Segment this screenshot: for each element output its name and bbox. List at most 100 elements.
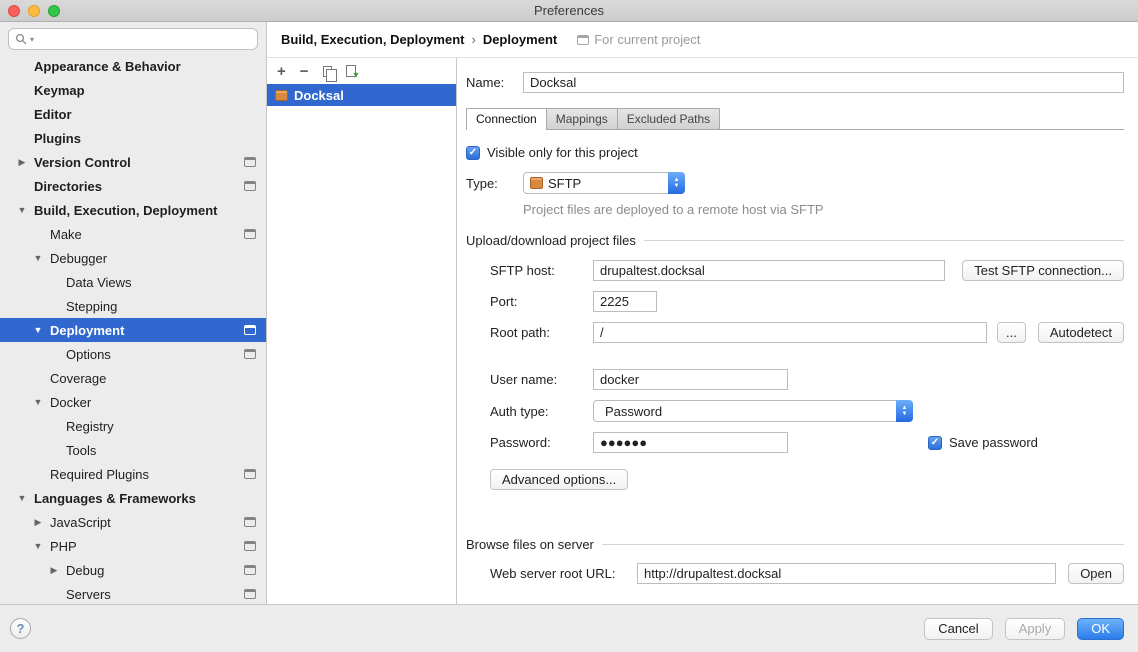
project-settings-icon [244, 565, 256, 575]
breadcrumb-parent[interactable]: Build, Execution, Deployment [281, 32, 464, 47]
copy-server-button[interactable] [323, 66, 332, 77]
sidebar-item-editor[interactable]: Editor [0, 102, 266, 126]
check-icon: ✓ [469, 148, 477, 158]
remove-server-button[interactable]: − [300, 64, 309, 79]
server-list-item-docksal[interactable]: Docksal [267, 84, 456, 106]
help-button[interactable]: ? [10, 618, 31, 639]
breadcrumb: Build, Execution, Deployment › Deploymen… [267, 22, 1138, 58]
search-options-caret-icon[interactable]: ▾ [30, 35, 34, 44]
collapsed-arrow-icon[interactable]: ▶ [16, 157, 28, 168]
scope-indicator: For current project [577, 32, 700, 47]
titlebar: Preferences [0, 0, 1138, 22]
advanced-options-button[interactable]: Advanced options... [490, 469, 628, 490]
auth-type-value: Password [600, 404, 896, 419]
autodetect-button[interactable]: Autodetect [1038, 322, 1124, 343]
test-sftp-connection-button[interactable]: Test SFTP connection... [962, 260, 1124, 281]
type-select[interactable]: SFTP ▲ ▼ [523, 172, 685, 194]
sidebar-item-data-views[interactable]: Data Views [0, 270, 266, 294]
open-button[interactable]: Open [1068, 563, 1124, 584]
sidebar-item-registry[interactable]: Registry [0, 414, 266, 438]
tab-excluded-paths[interactable]: Excluded Paths [617, 108, 720, 129]
dialog-footer: ? Cancel Apply OK [0, 604, 1138, 652]
sidebar-item-options[interactable]: Options [0, 342, 266, 366]
group-separator-line [644, 240, 1124, 241]
sidebar-item-coverage[interactable]: Coverage [0, 366, 266, 390]
sidebar-item-required-plugins[interactable]: Required Plugins [0, 462, 266, 486]
sidebar-item-directories[interactable]: Directories [0, 174, 266, 198]
type-label: Type: [466, 176, 523, 191]
sidebar-item-keymap[interactable]: Keymap [0, 78, 266, 102]
traffic-lights [8, 5, 60, 17]
visible-only-checkbox[interactable]: ✓ [466, 146, 480, 160]
user-name-label: User name: [490, 372, 593, 387]
password-label: Password: [490, 435, 593, 450]
deployment-form: Name: Connection Mappings Excluded Paths… [457, 58, 1138, 604]
upload-group-label: Upload/download project files [466, 233, 636, 248]
tab-mappings[interactable]: Mappings [546, 108, 618, 129]
expanded-arrow-icon[interactable]: ▼ [32, 325, 44, 335]
sftp-host-label: SFTP host: [490, 263, 593, 278]
port-input[interactable] [593, 291, 657, 312]
settings-tree: Appearance & Behavior Keymap Editor Plug… [0, 54, 266, 604]
project-settings-icon [577, 35, 589, 45]
sidebar-item-make[interactable]: Make [0, 222, 266, 246]
root-path-input[interactable] [593, 322, 987, 343]
browse-group-label: Browse files on server [466, 537, 594, 552]
sftp-host-input[interactable] [593, 260, 945, 281]
expanded-arrow-icon[interactable]: ▼ [16, 205, 28, 215]
expanded-arrow-icon[interactable]: ▼ [32, 541, 44, 551]
collapsed-arrow-icon[interactable]: ▶ [32, 517, 44, 528]
cancel-button[interactable]: Cancel [924, 618, 992, 640]
collapsed-arrow-icon[interactable]: ▶ [48, 565, 60, 576]
minimize-window-button[interactable] [28, 5, 40, 17]
zoom-window-button[interactable] [48, 5, 60, 17]
dropdown-stepper-icon: ▲ ▼ [668, 172, 685, 194]
type-hint: Project files are deployed to a remote h… [523, 202, 1124, 217]
project-settings-icon [244, 589, 256, 599]
sidebar-item-languages-and-frameworks[interactable]: ▼ Languages & Frameworks [0, 486, 266, 510]
expanded-arrow-icon[interactable]: ▼ [32, 397, 44, 407]
browse-root-path-button[interactable]: ... [997, 322, 1026, 343]
sidebar-item-docker[interactable]: ▼ Docker [0, 390, 266, 414]
expanded-arrow-icon[interactable]: ▼ [16, 493, 28, 503]
settings-search-input[interactable]: ▾ [8, 28, 258, 50]
project-settings-icon [244, 469, 256, 479]
apply-button[interactable]: Apply [1005, 618, 1066, 640]
sidebar-item-servers[interactable]: Servers [0, 582, 266, 604]
sidebar-item-appearance-and-behavior[interactable]: Appearance & Behavior [0, 54, 266, 78]
check-icon: ✓ [931, 438, 939, 448]
add-server-button[interactable]: + [277, 64, 286, 79]
close-window-button[interactable] [8, 5, 20, 17]
sidebar-item-stepping[interactable]: Stepping [0, 294, 266, 318]
sidebar-item-version-control[interactable]: ▶ Version Control [0, 150, 266, 174]
sidebar-item-tools[interactable]: Tools [0, 438, 266, 462]
sidebar-item-plugins[interactable]: Plugins [0, 126, 266, 150]
sidebar-item-php[interactable]: ▼ PHP [0, 534, 266, 558]
server-list-pane: + − Docksal [267, 58, 457, 604]
dropdown-stepper-icon: ▲ ▼ [896, 400, 913, 422]
save-password-checkbox[interactable]: ✓ [928, 436, 942, 450]
server-list-toolbar: + − [267, 58, 456, 84]
project-settings-icon [244, 229, 256, 239]
sidebar-item-debugger[interactable]: ▼ Debugger [0, 246, 266, 270]
sidebar-item-javascript[interactable]: ▶ JavaScript [0, 510, 266, 534]
port-label: Port: [490, 294, 593, 309]
web-root-input[interactable] [637, 563, 1056, 584]
sidebar-item-build-execution-deployment[interactable]: ▼ Build, Execution, Deployment [0, 198, 266, 222]
expanded-arrow-icon[interactable]: ▼ [32, 253, 44, 263]
name-input[interactable] [523, 72, 1124, 93]
auth-type-select[interactable]: Password ▲ ▼ [593, 400, 913, 422]
paste-server-button[interactable] [346, 65, 356, 77]
scope-label: For current project [594, 32, 700, 47]
auth-type-label: Auth type: [490, 404, 593, 419]
password-input[interactable] [593, 432, 788, 453]
name-label: Name: [466, 75, 523, 90]
ok-button[interactable]: OK [1077, 618, 1124, 640]
project-settings-icon [244, 517, 256, 527]
sidebar-item-debug[interactable]: ▶ Debug [0, 558, 266, 582]
tab-connection[interactable]: Connection [466, 108, 547, 130]
sidebar-item-deployment[interactable]: ▼ Deployment [0, 318, 266, 342]
settings-sidebar: ▾ Appearance & Behavior Keymap Editor Pl… [0, 22, 267, 604]
user-name-input[interactable] [593, 369, 788, 390]
project-settings-icon [244, 541, 256, 551]
